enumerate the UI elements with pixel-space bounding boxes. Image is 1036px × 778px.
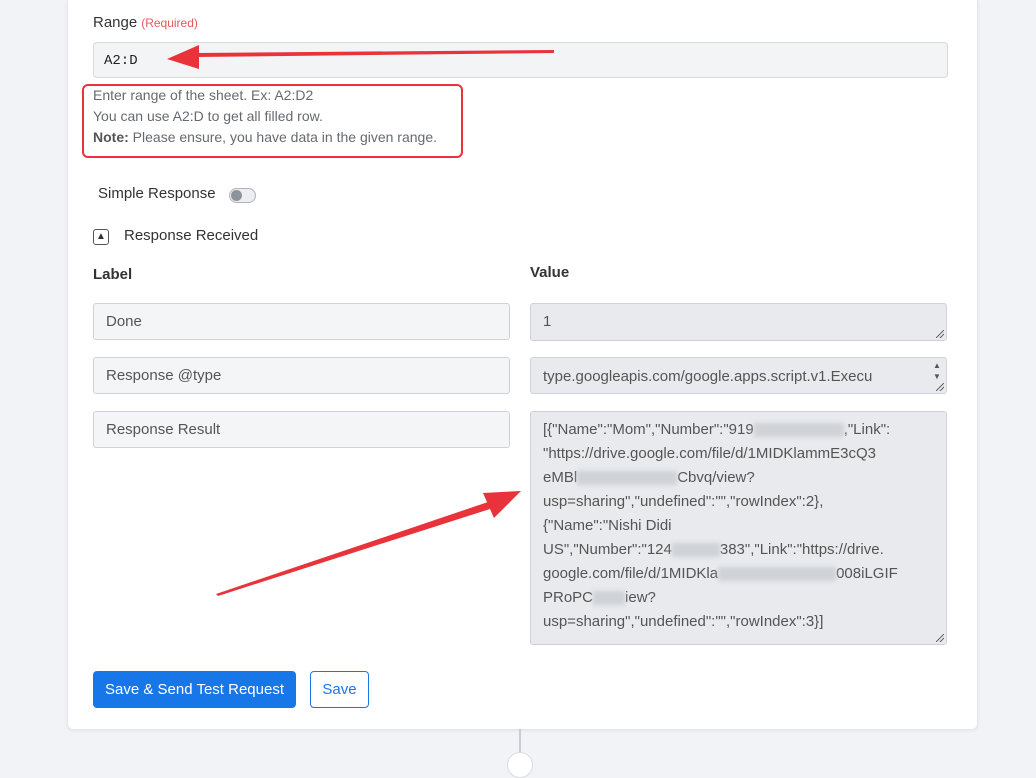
resize-handle-icon[interactable]: [936, 330, 944, 338]
required-badge: (Required): [141, 16, 198, 30]
label-field-done[interactable]: Done: [93, 303, 510, 340]
redacted-block: [671, 543, 720, 558]
add-step-icon[interactable]: [507, 752, 533, 778]
value-text-response-type: type.googleapis.com/google.apps.script.v…: [543, 368, 873, 385]
redacted-block: [718, 567, 837, 582]
value-field-response-result[interactable]: [{"Name":"Mom","Number":"919 ,"Link": "ht…: [530, 411, 947, 645]
note-label: Note:: [93, 129, 129, 145]
hint-note: Note: Please ensure, you have data in th…: [93, 127, 437, 148]
redacted-block: [753, 423, 844, 438]
hint-line-1: Enter range of the sheet. Ex: A2:D2: [93, 87, 314, 103]
hint-line-2: You can use A2:D to get all filled row.: [93, 108, 323, 124]
save-button[interactable]: Save: [310, 671, 369, 708]
value-field-done[interactable]: 1: [530, 303, 947, 341]
response-result-text: [{"Name":"Mom","Number":"919 ,"Link": "ht…: [543, 421, 898, 630]
save-send-test-request-button[interactable]: Save & Send Test Request: [93, 671, 296, 708]
range-label-text: Range: [93, 14, 138, 31]
label-column-header: Label: [93, 266, 133, 283]
value-text-done: 1: [543, 313, 552, 330]
simple-response-toggle[interactable]: [229, 188, 256, 203]
resize-handle-icon[interactable]: [936, 634, 944, 642]
note-text: Please ensure, you have data in the give…: [128, 129, 437, 145]
label-field-response-type[interactable]: Response @type: [93, 357, 510, 394]
label-field-response-result[interactable]: Response Result: [93, 411, 510, 448]
range-input[interactable]: A2:D: [93, 42, 948, 78]
value-column-header: Value: [530, 264, 570, 281]
simple-response-label: Simple Response: [98, 185, 216, 202]
redacted-block: [593, 591, 626, 606]
value-field-response-type[interactable]: type.googleapis.com/google.apps.script.v…: [530, 357, 947, 394]
redacted-block: [577, 471, 678, 486]
resize-handle-icon[interactable]: [936, 383, 944, 391]
chevron-up-icon[interactable]: ▲: [93, 229, 109, 245]
response-received-label: Response Received: [124, 227, 259, 244]
range-label: Range (Required): [93, 14, 198, 31]
toggle-knob: [231, 190, 242, 201]
